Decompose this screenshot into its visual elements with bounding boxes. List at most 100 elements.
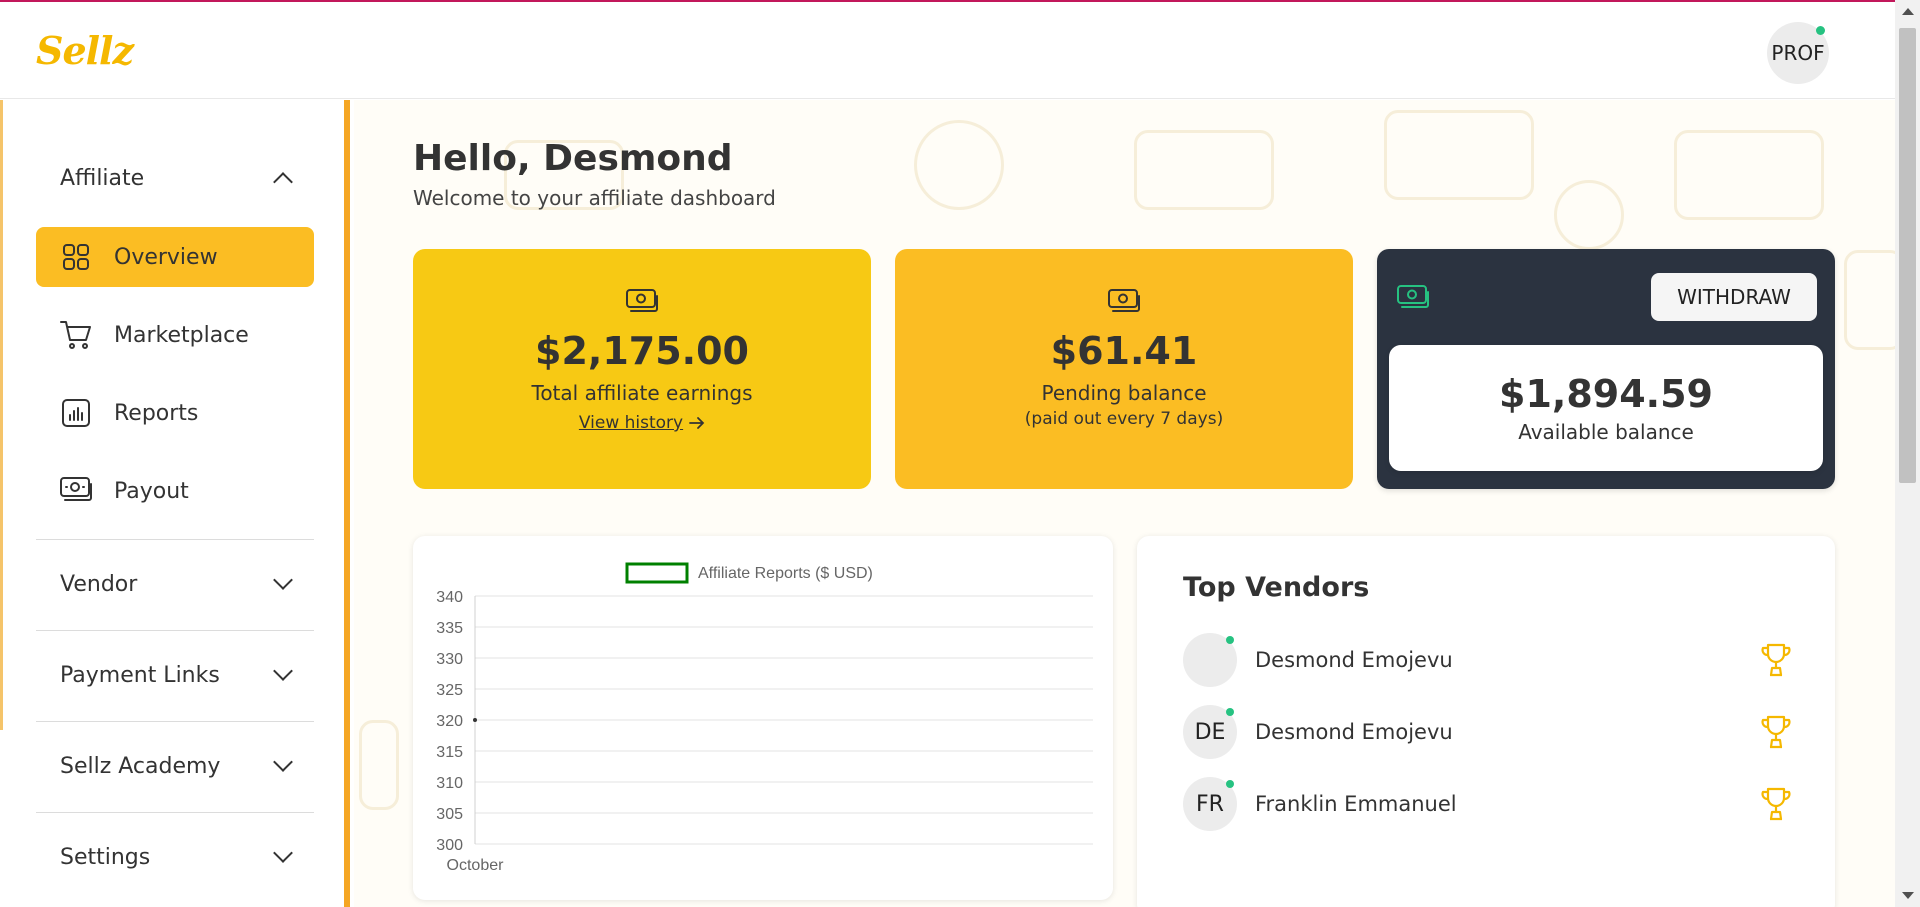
sidebar-divider [36, 721, 314, 722]
money-icon [626, 289, 658, 312]
sidebar-divider [36, 539, 314, 540]
money-icon [1397, 285, 1429, 308]
vendor-row[interactable]: DE Desmond Emojevu [1183, 704, 1793, 760]
y-tick-label: 325 [436, 682, 463, 699]
page-subtitle: Welcome to your affiliate dashboard [413, 186, 776, 210]
background-doodle [914, 120, 1004, 210]
online-status-dot [1816, 26, 1825, 35]
y-tick-label: 320 [436, 713, 463, 730]
background-doodle [1134, 130, 1274, 210]
y-tick-label: 330 [436, 651, 463, 668]
total-earnings-amount: $2,175.00 [535, 329, 749, 373]
arrow-right-icon [689, 417, 705, 429]
affiliate-reports-chart: Affiliate Reports ($ USD) 340 335 330 325 320… [436, 562, 1093, 874]
trophy-icon [1761, 715, 1791, 749]
chevron-down-icon [273, 661, 293, 681]
page-title: Hello, Desmond [413, 138, 733, 179]
vendor-initials: FR [1196, 791, 1224, 817]
vendor-row[interactable]: FR Franklin Emmanuel [1183, 776, 1793, 832]
chevron-down-icon [273, 752, 293, 772]
sidebar-item-label: Payout [114, 478, 189, 504]
sidebar-section-payment-links[interactable]: Payment Links [36, 645, 314, 705]
sidebar-section-sellz-academy[interactable]: Sellz Academy [36, 736, 314, 796]
legend-label: Affiliate Reports ($ USD) [698, 565, 873, 582]
top-vendors-card: Top Vendors Desmond Emojevu DE Desmond E… [1137, 536, 1835, 907]
affiliate-reports-chart-card: Affiliate Reports ($ USD) 340 335 330 325 320… [413, 536, 1113, 900]
data-point [473, 718, 477, 722]
sidebar-section-label: Sellz Academy [60, 753, 221, 779]
sidebar-item-marketplace[interactable]: Marketplace [36, 305, 314, 365]
sellz-logo[interactable]: Sellz [36, 28, 134, 73]
trophy-icon [1761, 643, 1791, 677]
vendor-avatar [1183, 633, 1237, 687]
y-tick-label: 310 [436, 775, 463, 792]
sidebar-divider [36, 630, 314, 631]
money-icon [60, 475, 92, 507]
available-balance-panel: $1,894.59 Available balance [1389, 345, 1823, 471]
sidebar-section-label: Settings [60, 844, 151, 870]
vendor-name: Franklin Emmanuel [1255, 792, 1457, 816]
sidebar-item-payout[interactable]: Payout [36, 461, 314, 521]
scrollbar-thumb[interactable] [1899, 28, 1916, 483]
y-tick-label: 335 [436, 620, 463, 637]
x-tick-label: October [447, 857, 505, 874]
chevron-down-icon [273, 570, 293, 590]
sidebar-item-label: Marketplace [114, 322, 249, 348]
profile-avatar[interactable]: PROF [1767, 22, 1829, 84]
available-balance-label: Available balance [1518, 420, 1694, 444]
background-doodle [1674, 130, 1824, 220]
total-earnings-card: $2,175.00 Total affiliate earnings View … [413, 249, 871, 489]
scroll-down-arrow-icon[interactable] [1902, 892, 1914, 899]
background-doodle [359, 720, 399, 810]
sidebar-item-label: Overview [114, 244, 218, 270]
background-doodle [1554, 180, 1624, 250]
sidebar-item-overview[interactable]: Overview [36, 227, 314, 287]
available-balance-amount: $1,894.59 [1499, 372, 1713, 416]
pending-balance-note: (paid out every 7 days) [1024, 409, 1224, 429]
available-balance-card: WITHDRAW $1,894.59 Available balance [1377, 249, 1835, 489]
view-history-link[interactable]: View history [579, 413, 705, 433]
chevron-up-icon [273, 172, 293, 192]
sidebar-item-reports[interactable]: Reports [36, 383, 314, 443]
scroll-up-arrow-icon[interactable] [1902, 8, 1914, 15]
bar-chart-icon [60, 397, 92, 429]
pending-balance-label: Pending balance [1041, 381, 1207, 405]
sidebar-section-label: Vendor [60, 571, 138, 597]
sidebar-item-label: Reports [114, 400, 199, 426]
top-vendors-title: Top Vendors [1183, 572, 1370, 603]
y-tick-label: 315 [436, 744, 463, 761]
total-earnings-label: Total affiliate earnings [531, 381, 753, 405]
sidebar-section-affiliate[interactable]: Affiliate [36, 148, 314, 208]
top-header: Sellz PROF [0, 2, 1895, 99]
sidebar-section-label: Payment Links [60, 662, 220, 688]
trophy-icon [1761, 787, 1791, 821]
y-tick-label: 300 [436, 837, 463, 854]
sidebar-section-settings[interactable]: Settings [36, 827, 314, 887]
chevron-down-icon [273, 843, 293, 863]
sidebar-section-label: Affiliate [60, 165, 145, 191]
vendor-row[interactable]: Desmond Emojevu [1183, 632, 1793, 688]
background-doodle [1384, 110, 1534, 200]
online-status-dot [1226, 780, 1234, 788]
vendor-name: Desmond Emojevu [1255, 720, 1453, 744]
view-history-label: View history [578, 413, 684, 433]
legend-swatch [625, 562, 689, 584]
withdraw-button[interactable]: WITHDRAW [1651, 273, 1817, 321]
pending-balance-amount: $61.41 [1050, 329, 1198, 373]
sidebar-section-vendor[interactable]: Vendor [36, 554, 314, 614]
main-content: Hello, Desmond Welcome to your affiliate… [354, 100, 1895, 907]
vendor-avatar: DE [1183, 705, 1237, 759]
online-status-dot [1226, 636, 1234, 644]
background-doodle [1844, 250, 1895, 350]
y-tick-label: 340 [436, 589, 463, 606]
vendor-initials: DE [1194, 719, 1226, 745]
sidebar: Affiliate Overview Marketplace Reports P… [0, 100, 350, 907]
vendor-avatar: FR [1183, 777, 1237, 831]
money-icon [1108, 289, 1140, 312]
y-tick-label: 305 [436, 806, 463, 823]
online-status-dot [1226, 708, 1234, 716]
vendor-name: Desmond Emojevu [1255, 648, 1453, 672]
vertical-scrollbar[interactable] [1895, 0, 1920, 907]
sidebar-divider [36, 812, 314, 813]
cart-icon [60, 319, 92, 351]
